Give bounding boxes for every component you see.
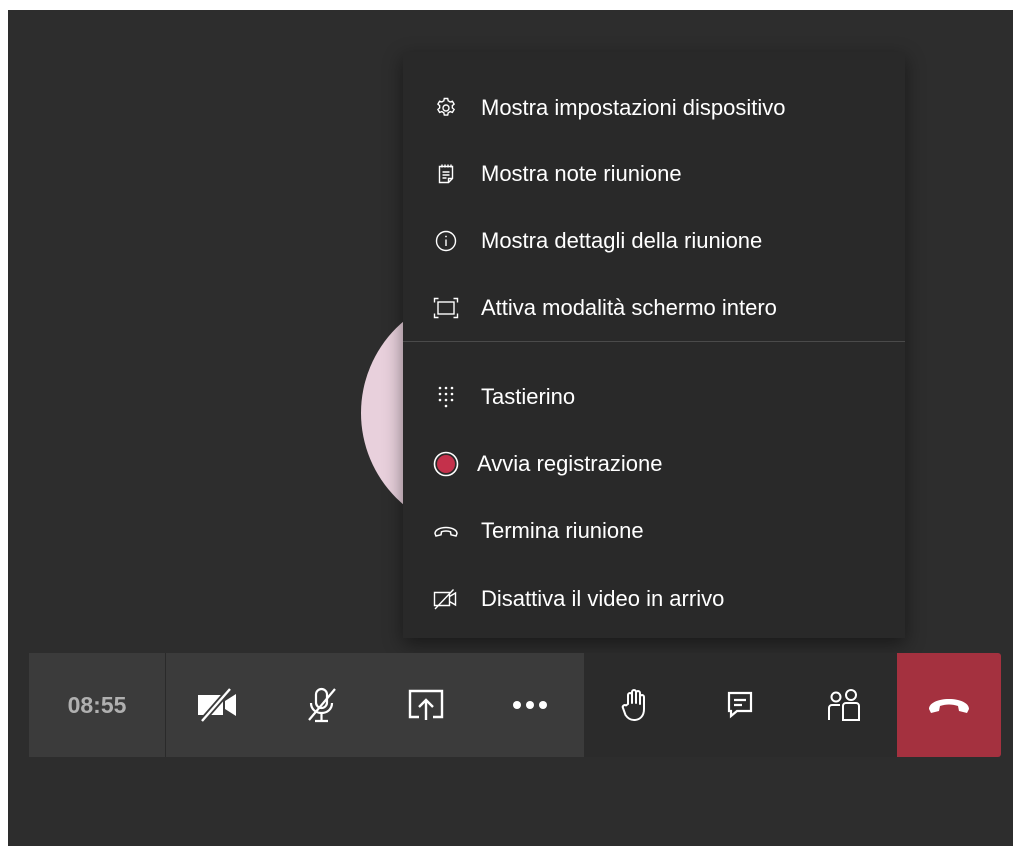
- menu-item-disable-incoming-video[interactable]: Disattiva il video in arrivo: [403, 576, 905, 622]
- raise-hand-button[interactable]: [584, 653, 688, 757]
- media-controls: [166, 653, 584, 757]
- menu-item-dialpad[interactable]: Tastierino: [403, 374, 905, 420]
- mic-toggle-button[interactable]: [270, 653, 374, 757]
- menu-item-start-recording[interactable]: Avvia registrazione: [403, 441, 905, 487]
- menu-item-meeting-details[interactable]: Mostra dettagli della riunione: [403, 218, 905, 264]
- chat-icon: [724, 689, 756, 721]
- dialpad-icon: [431, 382, 461, 412]
- end-meeting-icon: [431, 516, 461, 546]
- menu-item-meeting-notes[interactable]: Mostra note riunione: [403, 151, 905, 197]
- camera-off-icon: [196, 687, 240, 723]
- call-timer: 08:55: [67, 691, 127, 718]
- chat-button[interactable]: [688, 653, 792, 757]
- more-options-icon: [512, 700, 548, 710]
- menu-item-label: Disattiva il video in arrivo: [481, 586, 725, 611]
- menu-item-end-meeting[interactable]: Termina riunione: [403, 508, 905, 554]
- menu-item-label: Mostra impostazioni dispositivo: [481, 95, 786, 120]
- mic-off-icon: [304, 686, 340, 724]
- menu-item-device-settings[interactable]: Mostra impostazioni dispositivo: [403, 85, 905, 131]
- menu-item-label: Termina riunione: [481, 518, 644, 543]
- fullscreen-icon: [431, 293, 461, 323]
- share-screen-icon: [407, 687, 445, 723]
- incoming-video-off-icon: [431, 584, 461, 614]
- hang-up-button[interactable]: [897, 653, 1001, 757]
- info-icon: [431, 226, 461, 256]
- gear-icon: [431, 93, 461, 123]
- hang-up-icon: [927, 695, 971, 715]
- more-options-menu: Mostra impostazioni dispositivo Mostra n…: [403, 52, 905, 638]
- camera-toggle-button[interactable]: [166, 653, 270, 757]
- meeting-tools: [584, 653, 897, 757]
- menu-item-label: Avvia registrazione: [477, 451, 663, 476]
- record-icon: [431, 449, 461, 479]
- menu-item-label: Mostra note riunione: [481, 161, 682, 186]
- participants-icon: [826, 687, 862, 723]
- participants-button[interactable]: [792, 653, 896, 757]
- menu-item-label: Attiva modalità schermo intero: [481, 295, 777, 320]
- notes-icon: [431, 159, 461, 189]
- raise-hand-icon: [620, 687, 652, 723]
- share-screen-button[interactable]: [374, 653, 478, 757]
- menu-item-fullscreen[interactable]: Attiva modalità schermo intero: [403, 285, 905, 331]
- menu-divider: [403, 341, 905, 342]
- more-options-button[interactable]: [478, 653, 582, 757]
- menu-item-label: Tastierino: [481, 384, 576, 409]
- meeting-stage: Mostra impostazioni dispositivo Mostra n…: [8, 10, 1013, 846]
- call-toolbar: 08:55: [29, 653, 1001, 757]
- call-timer-panel: 08:55: [29, 653, 166, 757]
- menu-item-label: Mostra dettagli della riunione: [481, 228, 763, 253]
